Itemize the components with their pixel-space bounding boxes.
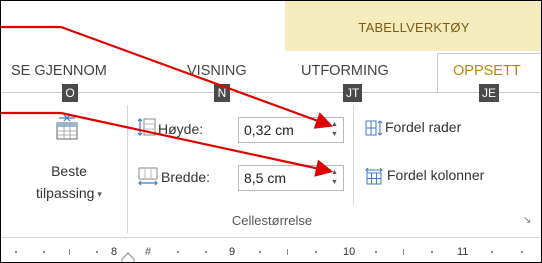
tab-utforming[interactable]: UTFORMING bbox=[301, 63, 389, 79]
indent-marker-icon[interactable] bbox=[121, 252, 135, 263]
distribute-columns-label: Fordel kolonner bbox=[387, 167, 485, 183]
distribute-columns-icon bbox=[365, 167, 383, 185]
autofit-label-text: tilpassing bbox=[36, 185, 95, 201]
chevron-down-icon: ▾ bbox=[97, 188, 102, 199]
column-marker-icon[interactable]: # bbox=[145, 246, 151, 258]
spin-up-icon[interactable]: ▲ bbox=[331, 121, 338, 128]
height-value[interactable]: 0,32 cm bbox=[244, 122, 294, 138]
group-label-cell-size: Cellestørrelse bbox=[231, 213, 313, 228]
tab-visning[interactable]: VISNING bbox=[187, 63, 247, 79]
ruler-number: 11 bbox=[457, 246, 469, 258]
height-label: Høyde: bbox=[158, 121, 204, 137]
ruler-number: 10 bbox=[343, 246, 356, 258]
width-spinner[interactable]: 8,5 cm ▲ ▼ bbox=[238, 165, 344, 191]
keytip-utforming: JT bbox=[343, 84, 363, 102]
width-value[interactable]: 8,5 cm bbox=[244, 170, 286, 186]
dialog-launcher-icon[interactable]: ↘ bbox=[523, 215, 531, 226]
spin-down-icon[interactable]: ▼ bbox=[331, 131, 338, 138]
tab-se-gjennom[interactable]: SE GJENNOM bbox=[11, 63, 107, 79]
keytip-visning: N bbox=[214, 84, 230, 102]
spin-down-icon[interactable]: ▼ bbox=[331, 179, 338, 186]
horizontal-ruler[interactable]: 8 # 9 10 11 bbox=[1, 237, 541, 263]
autofit-table-icon bbox=[56, 114, 78, 140]
distribute-rows-label: Fordel rader bbox=[385, 119, 462, 135]
group-divider bbox=[127, 105, 128, 233]
height-spin-arrows[interactable]: ▲ ▼ bbox=[327, 118, 343, 142]
column-width-icon bbox=[138, 167, 158, 186]
ruler-number: 9 bbox=[229, 246, 236, 258]
width-label: Bredde: bbox=[161, 169, 211, 185]
spin-up-icon[interactable]: ▲ bbox=[331, 169, 338, 176]
row-height-icon bbox=[137, 118, 156, 136]
ribbon-tabs: SE GJENNOM VISNING UTFORMING OPPSETT bbox=[1, 53, 541, 87]
tab-oppsett[interactable]: OPPSETT bbox=[453, 63, 521, 79]
autofit-label-line1: Beste bbox=[51, 163, 87, 179]
autofit-button[interactable]: Beste tilpassing ▾ bbox=[13, 111, 125, 211]
keytip-se-gjennom: O bbox=[62, 84, 78, 102]
contextual-tab-title: TABELLVERKTØY bbox=[358, 20, 470, 35]
distribute-rows-icon bbox=[365, 120, 383, 136]
ruler-number: 8 bbox=[111, 246, 118, 258]
control-divider bbox=[353, 105, 354, 205]
height-spinner[interactable]: 0,32 cm ▲ ▼ bbox=[238, 117, 344, 143]
width-spin-arrows[interactable]: ▲ ▼ bbox=[327, 166, 343, 190]
autofit-label-line2: tilpassing ▾ bbox=[13, 185, 125, 201]
ribbon-screenshot: TABELLVERKTØY SE GJENNOM VISNING UTFORMI… bbox=[0, 0, 542, 263]
keytip-oppsett: JE bbox=[479, 84, 500, 102]
